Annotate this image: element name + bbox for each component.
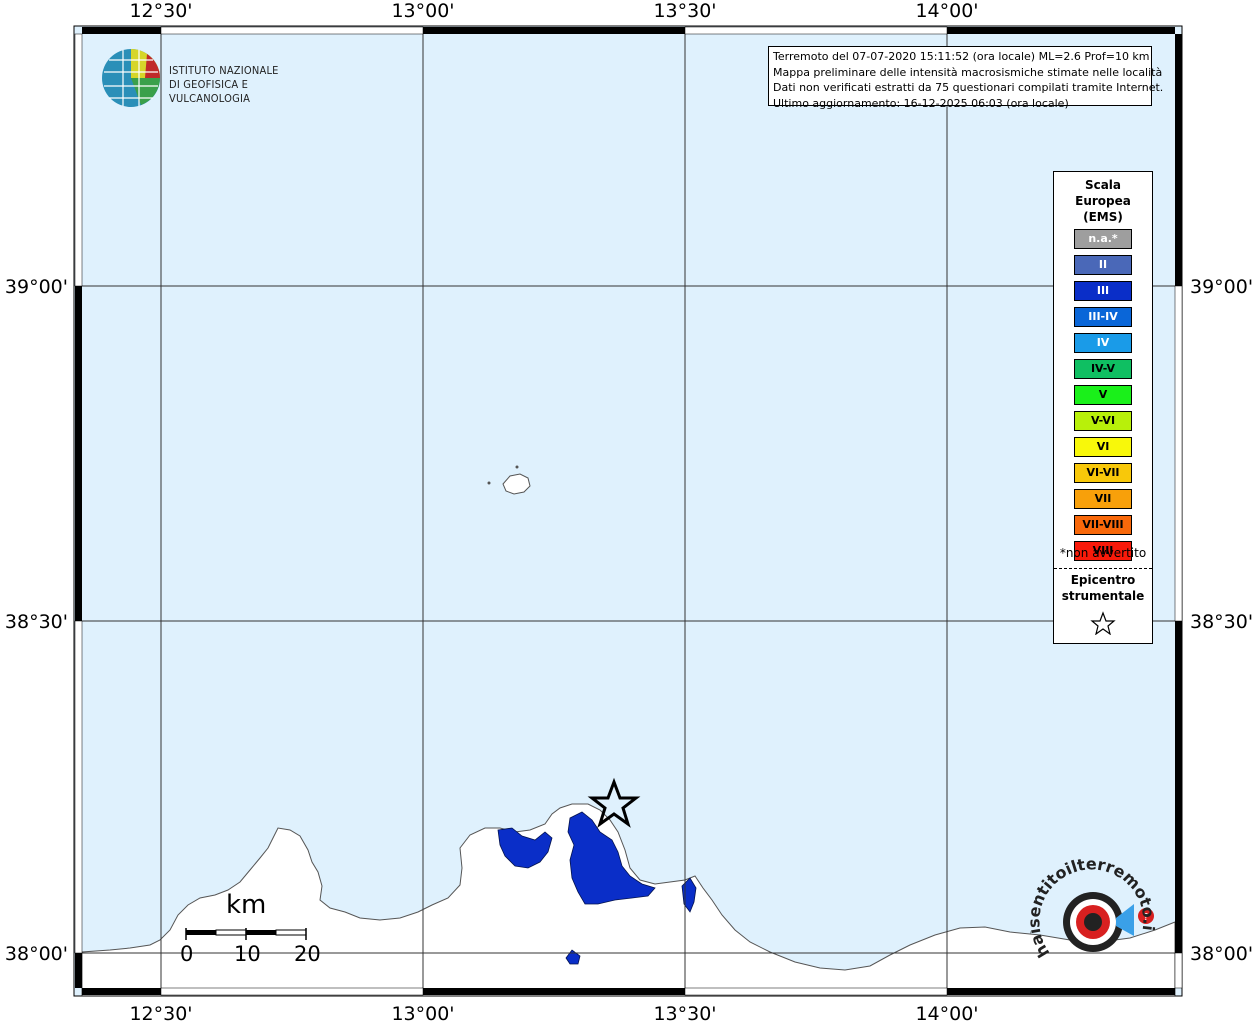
- scale-unit: km: [226, 890, 267, 920]
- legend-item: n.a.*: [1074, 229, 1132, 249]
- legend-epicenter-label: Epicentro strumentale: [1054, 572, 1152, 604]
- logo-line: ISTITUTO NAZIONALE: [169, 64, 279, 77]
- lat-label-left: 38°00': [5, 943, 68, 965]
- scale-bar: km 0 10 20: [176, 890, 336, 970]
- legend-title-line: Scala: [1084, 178, 1122, 192]
- legend-title-line: (EMS): [1083, 210, 1123, 224]
- legend-item: III: [1074, 281, 1132, 301]
- legend-item: VII-VIII: [1074, 515, 1132, 535]
- logo-text: ISTITUTO NAZIONALE DI GEOFISICA E VULCAN…: [169, 64, 331, 106]
- lon-label-bottom: 13°00': [391, 1003, 454, 1024]
- legend-item: V-VI: [1074, 411, 1132, 431]
- legend-title-line: Europea: [1075, 194, 1131, 208]
- legend-separator: [1054, 568, 1152, 569]
- lon-label-top: 13°30': [653, 0, 716, 22]
- legend-item: II: [1074, 255, 1132, 275]
- legend-epi-line: strumentale: [1061, 589, 1145, 603]
- lat-label-left: 38°30': [5, 611, 68, 633]
- lon-label-bottom: 12°30': [129, 1003, 192, 1024]
- islet: [487, 481, 491, 485]
- event-info-line: Mappa preliminare delle intensità macros…: [773, 65, 1163, 79]
- legend-item: IV-V: [1074, 359, 1132, 379]
- sea-area: [74, 26, 1182, 996]
- event-info-line: Ultimo aggiornamento: 16-12-2025 06:03 (…: [773, 96, 1069, 110]
- event-info-box: Terremoto del 07-07-2020 15:11:52 (ora l…: [768, 46, 1164, 110]
- legend-title: Scala Europea (EMS): [1054, 177, 1152, 225]
- lon-label-top: 14°00': [915, 0, 978, 22]
- legend-item: VI: [1074, 437, 1132, 457]
- haisentito-badge: ? haisentitoilterremoto.it: [1024, 843, 1170, 978]
- islet: [515, 465, 519, 469]
- logo-line: DI GEOFISICA E VULCANOLOGIA: [169, 78, 251, 105]
- lat-label-right: 38°30': [1190, 611, 1253, 633]
- legend-item: III-IV: [1074, 307, 1132, 327]
- legend-item: VII: [1074, 489, 1132, 509]
- scale-tick-label: 0: [180, 942, 194, 966]
- lat-label-right: 39°00': [1190, 276, 1253, 298]
- lat-label-left: 39°00': [5, 276, 68, 298]
- legend-item: V: [1074, 385, 1132, 405]
- badge-logo-icon: ? haisentitoilterremoto.it: [1024, 843, 1158, 961]
- scale-bar-graphic: [185, 928, 307, 940]
- legend-epi-line: Epicentro: [1070, 573, 1136, 587]
- lon-label-bottom: 13°30': [653, 1003, 716, 1024]
- lon-label-bottom: 14°00': [915, 1003, 978, 1024]
- event-info-line: Dati non verificati estratti da 75 quest…: [773, 81, 1164, 94]
- lon-label-top: 13°00': [391, 0, 454, 22]
- lat-label-right: 38°00': [1190, 943, 1253, 965]
- legend-item: VI-VII: [1074, 463, 1132, 483]
- legend-note: *non avvertito: [1059, 546, 1147, 560]
- lon-label-top: 12°30': [129, 0, 192, 22]
- legend-star-icon: [1090, 611, 1116, 635]
- legend-item: IV: [1074, 333, 1132, 353]
- legend-items: n.a.* II III III-IV IV IV-V V V-VI VI VI-VII VII VI…: [1074, 229, 1132, 567]
- event-info-line: Terremoto del 07-07-2020 15:11:52 (ora l…: [773, 50, 1150, 63]
- globe-logo-icon: [102, 49, 160, 107]
- intensity-legend: Scala Europea (EMS) n.a.* II III III-IV IV IV…: [1053, 171, 1153, 644]
- ingv-logo: ISTITUTO NAZIONALE DI GEOFISICA E VULCAN…: [101, 48, 331, 110]
- scale-tick-label: 20: [294, 942, 321, 966]
- scale-tick-label: 10: [234, 942, 261, 966]
